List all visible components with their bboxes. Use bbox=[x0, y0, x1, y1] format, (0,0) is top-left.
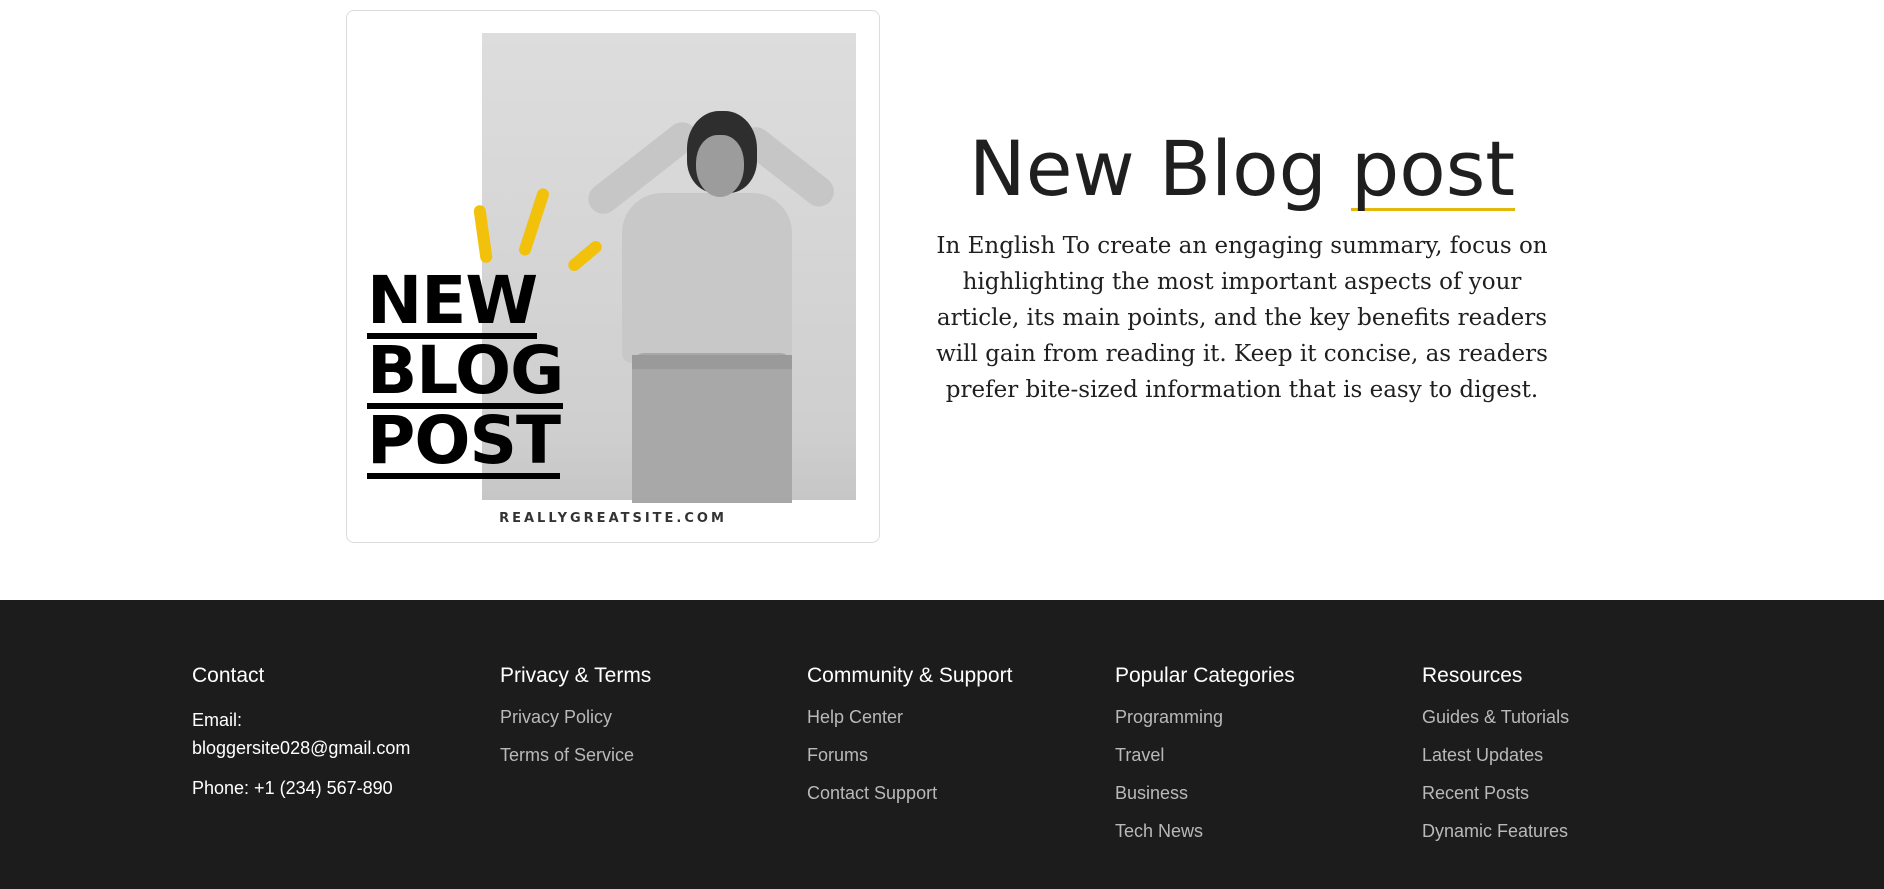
post-heading-underlined-word: post bbox=[1350, 124, 1516, 213]
footer-community-column: Community & Support Help Center Forums C… bbox=[807, 662, 1107, 820]
blog-cover-card[interactable]: NEW BLOG POST REALLYGREATSITE.COM bbox=[346, 10, 880, 543]
footer-link-terms[interactable]: Terms of Service bbox=[500, 744, 800, 766]
cover-title: NEW BLOG POST bbox=[367, 262, 564, 479]
photo-belt bbox=[632, 355, 792, 369]
cover-title-line: BLOG bbox=[367, 332, 564, 409]
cover-title-line: POST bbox=[367, 402, 561, 479]
post-heading-text: New Blog bbox=[968, 124, 1351, 213]
footer-link-privacy-policy[interactable]: Privacy Policy bbox=[500, 706, 800, 728]
contact-email-label: Email: bbox=[192, 710, 243, 730]
footer-heading-resources: Resources bbox=[1422, 664, 1523, 687]
footer-categories-column: Popular Categories Programming Travel Bu… bbox=[1115, 662, 1415, 858]
footer-privacy-column: Privacy & Terms Privacy Policy Terms of … bbox=[500, 662, 800, 782]
footer-link-programming[interactable]: Programming bbox=[1115, 706, 1415, 728]
footer-link-latest-updates[interactable]: Latest Updates bbox=[1422, 744, 1722, 766]
photo-sweater bbox=[622, 193, 792, 363]
post-heading: New Blog post bbox=[930, 124, 1554, 214]
photo-face bbox=[696, 135, 744, 197]
footer-link-forums[interactable]: Forums bbox=[807, 744, 1107, 766]
footer-heading-community: Community & Support bbox=[807, 664, 1013, 687]
footer-link-tech-news[interactable]: Tech News bbox=[1115, 820, 1415, 842]
footer-link-guides[interactable]: Guides & Tutorials bbox=[1422, 706, 1722, 728]
footer-link-business[interactable]: Business bbox=[1115, 782, 1415, 804]
photo-pants bbox=[632, 353, 792, 503]
hero-section: NEW BLOG POST REALLYGREATSITE.COM New Bl… bbox=[0, 0, 1884, 600]
footer-heading-categories: Popular Categories bbox=[1115, 664, 1295, 687]
contact-phone: Phone: +1 (234) 567-890 bbox=[192, 778, 393, 798]
contact-email[interactable]: bloggersite028@gmail.com bbox=[192, 734, 492, 762]
cover-title-line: NEW bbox=[367, 262, 538, 339]
footer-heading-privacy: Privacy & Terms bbox=[500, 664, 652, 687]
footer-resources-column: Resources Guides & Tutorials Latest Upda… bbox=[1422, 662, 1722, 858]
cover-site-url: REALLYGREATSITE.COM bbox=[499, 511, 727, 526]
footer-heading-contact: Contact bbox=[192, 664, 265, 687]
post-summary: In English To create an engaging summary… bbox=[936, 233, 1548, 403]
footer-link-help-center[interactable]: Help Center bbox=[807, 706, 1107, 728]
site-footer: Contact Email: bloggersite028@gmail.com … bbox=[0, 600, 1884, 889]
footer-link-dynamic-features[interactable]: Dynamic Features bbox=[1422, 820, 1722, 842]
footer-link-contact-support[interactable]: Contact Support bbox=[807, 782, 1107, 804]
footer-link-recent-posts[interactable]: Recent Posts bbox=[1422, 782, 1722, 804]
footer-contact-column: Contact Email: bloggersite028@gmail.com … bbox=[192, 662, 492, 802]
footer-link-travel[interactable]: Travel bbox=[1115, 744, 1415, 766]
